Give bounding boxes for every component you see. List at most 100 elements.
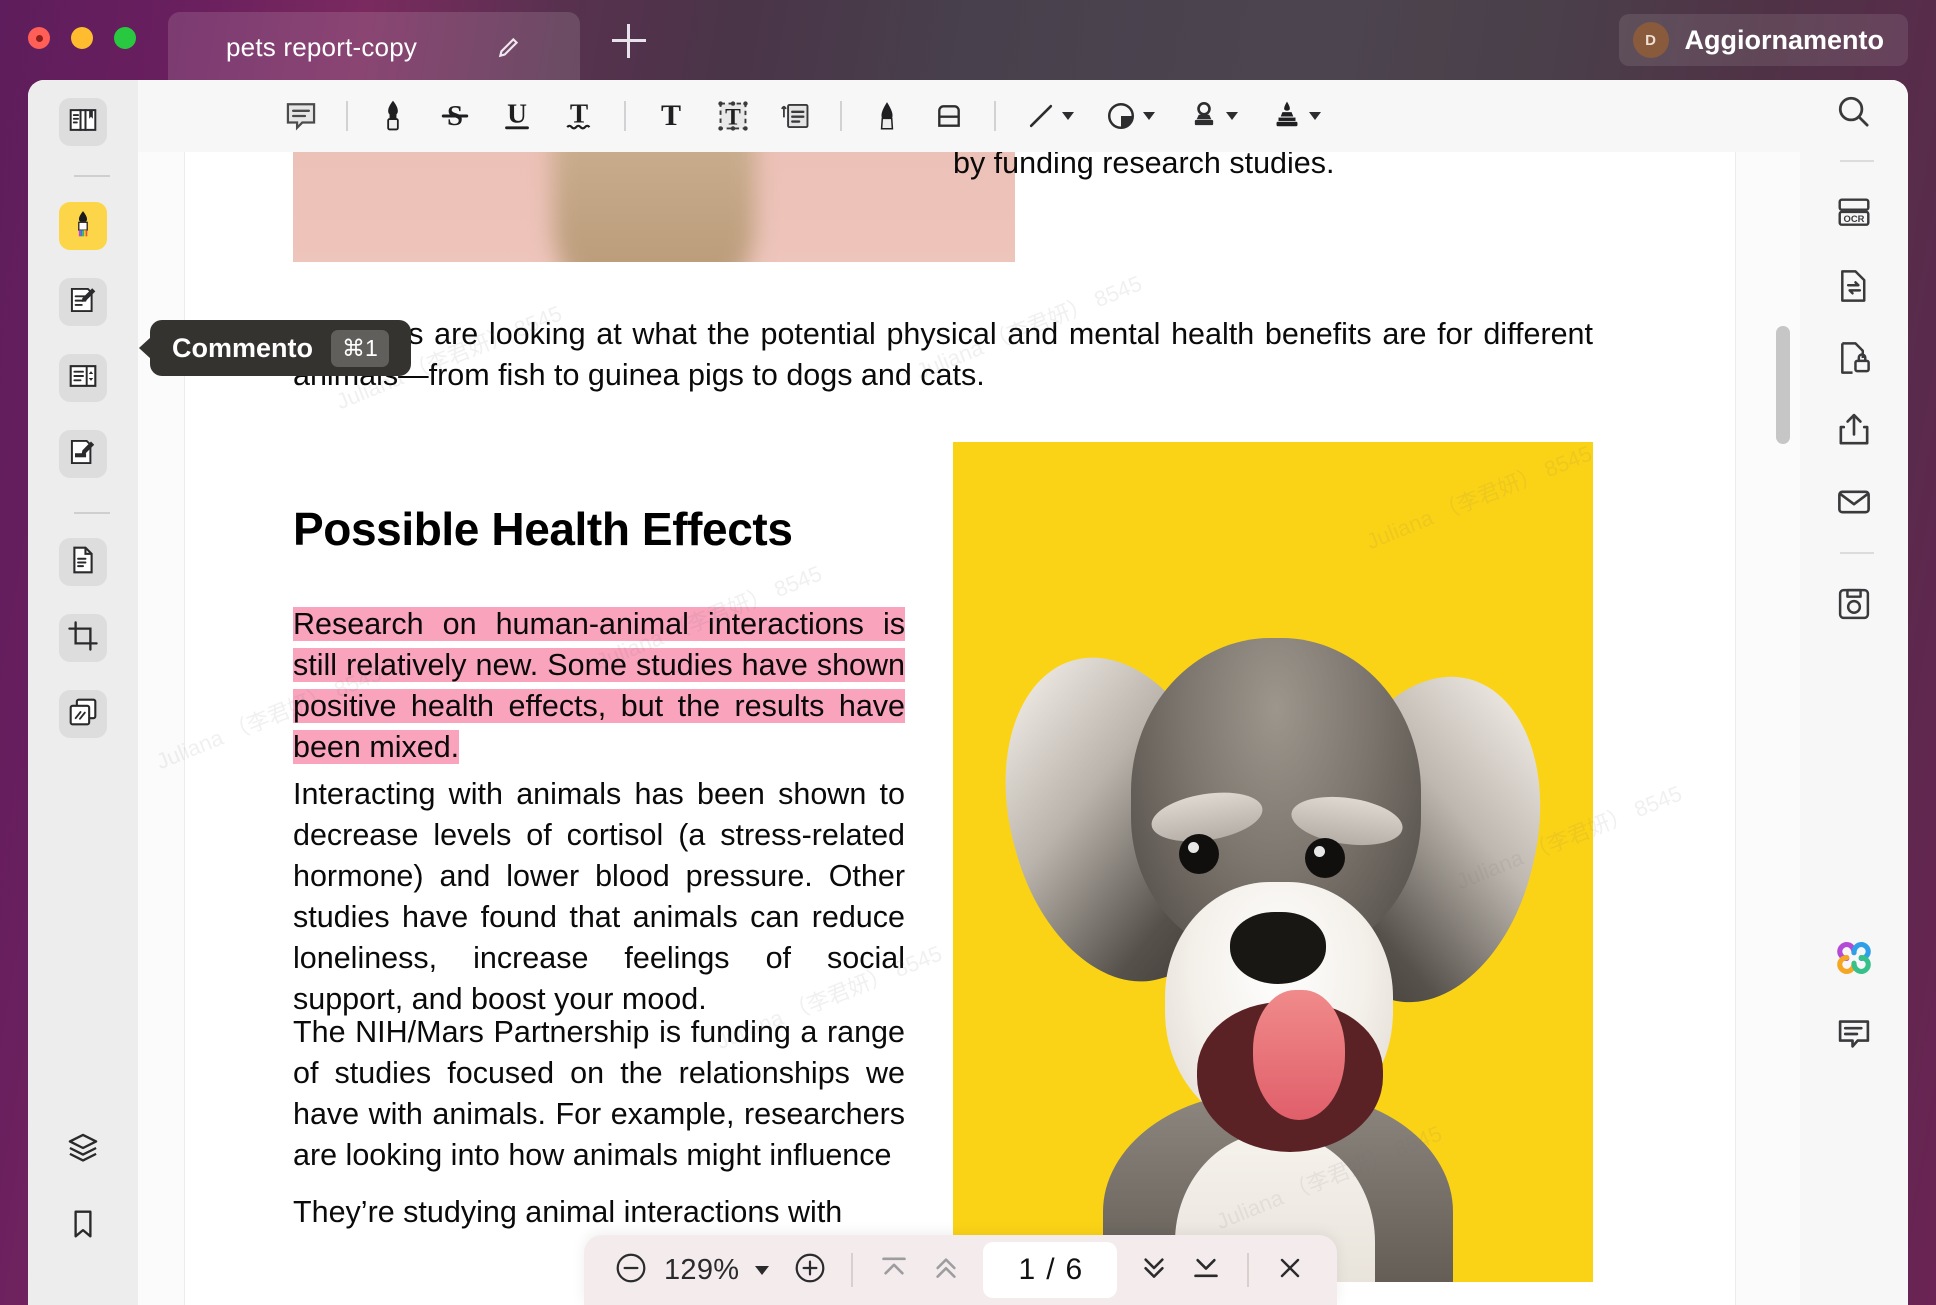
strikethrough-icon[interactable]: S <box>424 89 486 143</box>
underline-icon[interactable]: U <box>486 89 548 143</box>
stamp-icon[interactable] <box>1170 89 1254 143</box>
zoom-in-button[interactable] <box>787 1247 833 1293</box>
rename-pencil-icon[interactable] <box>496 34 522 60</box>
email-button[interactable] <box>1828 478 1880 530</box>
text-box-icon[interactable]: T <box>702 89 764 143</box>
right-sidebar: OCR <box>1800 80 1908 1305</box>
search-button[interactable] <box>1828 88 1880 140</box>
form-icon <box>67 360 99 397</box>
layers-icon <box>66 1131 100 1170</box>
total-pages: 6 <box>1065 1253 1083 1286</box>
traffic-lights <box>28 27 136 49</box>
current-page: 1 <box>1018 1253 1036 1286</box>
tooltip: Commento ⌘1 <box>150 320 411 376</box>
comments-panel-button[interactable] <box>1828 1010 1880 1062</box>
maximize-window-button[interactable] <box>114 27 136 49</box>
comment-icon[interactable] <box>270 89 332 143</box>
document-tab-title: pets report-copy <box>226 31 418 62</box>
update-button[interactable]: D Aggiornamento <box>1618 14 1908 66</box>
title-bar: pets report-copy D Aggiornamento <box>0 0 1936 82</box>
sign-icon <box>67 436 99 473</box>
toolbar-divider <box>840 101 842 131</box>
zoom-dropdown-icon[interactable] <box>755 1265 770 1275</box>
last-page-icon <box>1189 1251 1223 1290</box>
mail-icon <box>1835 483 1873 526</box>
first-page-icon <box>877 1251 911 1290</box>
ai-flower-icon <box>1833 937 1875 984</box>
chevron-down-icon[interactable] <box>1308 112 1321 120</box>
ai-assistant-button[interactable] <box>1828 934 1880 986</box>
save-icon <box>1835 585 1873 628</box>
text-icon[interactable]: T <box>640 89 702 143</box>
close-window-button[interactable] <box>28 27 50 49</box>
share-icon <box>1835 411 1873 454</box>
close-navigation-button[interactable] <box>1267 1247 1313 1293</box>
sidebar-item-sign[interactable] <box>59 430 107 478</box>
shape-icon[interactable] <box>1088 89 1170 143</box>
last-page-button[interactable] <box>1183 1247 1229 1293</box>
search-icon <box>1835 93 1873 136</box>
minimize-window-button[interactable] <box>71 27 93 49</box>
convert-button[interactable] <box>1828 262 1880 314</box>
chevron-down-icon[interactable] <box>1142 112 1155 120</box>
share-button[interactable] <box>1828 406 1880 458</box>
squiggly-underline-icon[interactable]: T <box>548 89 610 143</box>
svg-text:U: U <box>507 99 527 129</box>
first-page-button[interactable] <box>871 1247 917 1293</box>
zoom-level[interactable]: 129% <box>664 1254 739 1287</box>
close-icon <box>1274 1252 1306 1289</box>
signature-icon[interactable] <box>1254 89 1336 143</box>
highlight-icon[interactable] <box>362 89 424 143</box>
pdf-page: for Pet Nutrition to answer questions li… <box>185 152 1735 1305</box>
app-surface: S U T T T OCR by funding research studie… <box>28 80 1908 1305</box>
toolbar-divider <box>994 101 996 131</box>
prev-page-icon <box>929 1251 963 1290</box>
page-title: Possible Health Effects <box>293 503 793 555</box>
zoom-out-button[interactable] <box>608 1247 654 1293</box>
bottombar-divider <box>851 1253 854 1287</box>
sidebar-item-background[interactable] <box>59 690 107 738</box>
page-number-input[interactable]: 1 / 6 <box>983 1242 1118 1298</box>
protect-button[interactable] <box>1828 334 1880 386</box>
previous-page-button[interactable] <box>923 1247 969 1293</box>
sidebar-item-edit[interactable] <box>59 278 107 326</box>
next-page-button[interactable] <box>1131 1247 1177 1293</box>
new-tab-button[interactable] <box>612 24 646 58</box>
convert-icon <box>1835 267 1873 310</box>
sidebar-item-form[interactable] <box>59 354 107 402</box>
book-icon <box>67 104 99 141</box>
vertical-scrollbar[interactable] <box>1776 326 1790 444</box>
sidebar-item-annotate[interactable] <box>59 202 107 250</box>
ocr-icon: OCR <box>1834 194 1874 239</box>
pencil-icon[interactable] <box>856 89 918 143</box>
sidebar-item-bookmark[interactable] <box>59 1202 107 1250</box>
document-tab[interactable]: pets report-copy <box>168 12 580 82</box>
paragraph-intro: Scientists are looking at what the poten… <box>293 317 1593 392</box>
highlighted-paragraph: Research on human-animal interactions is… <box>293 604 905 768</box>
sidebar-divider <box>74 175 110 177</box>
lock-document-icon <box>1835 339 1873 382</box>
sidebar-item-reader[interactable] <box>59 98 107 146</box>
line-icon[interactable] <box>1010 89 1088 143</box>
bottombar-divider <box>1247 1253 1250 1287</box>
ocr-button[interactable]: OCR <box>1828 190 1880 242</box>
page-separator: / <box>1046 1253 1055 1286</box>
layers-stack-icon <box>67 696 99 733</box>
annotation-toolbar: S U T T T <box>138 80 1800 152</box>
sidebar-item-pages[interactable] <box>59 538 107 586</box>
chevron-down-icon[interactable] <box>1061 112 1074 120</box>
bookmark-icon <box>67 1208 99 1245</box>
app-window: pets report-copy D Aggiornamento S U T T… <box>0 0 1936 1305</box>
sidebar-item-crop[interactable] <box>59 614 107 662</box>
sticky-note-icon[interactable] <box>764 89 826 143</box>
highlighter-icon <box>67 208 99 245</box>
svg-text:OCR: OCR <box>1844 213 1865 224</box>
eraser-icon[interactable] <box>918 89 980 143</box>
avatar: D <box>1632 22 1669 58</box>
chevron-down-icon[interactable] <box>1225 112 1238 120</box>
sidebar-item-layers[interactable] <box>59 1126 107 1174</box>
paragraph-two: Interacting with animals has been shown … <box>293 777 905 1016</box>
toolbar-divider <box>624 101 626 131</box>
top-photo <box>293 152 1015 262</box>
save-button[interactable] <box>1828 580 1880 632</box>
